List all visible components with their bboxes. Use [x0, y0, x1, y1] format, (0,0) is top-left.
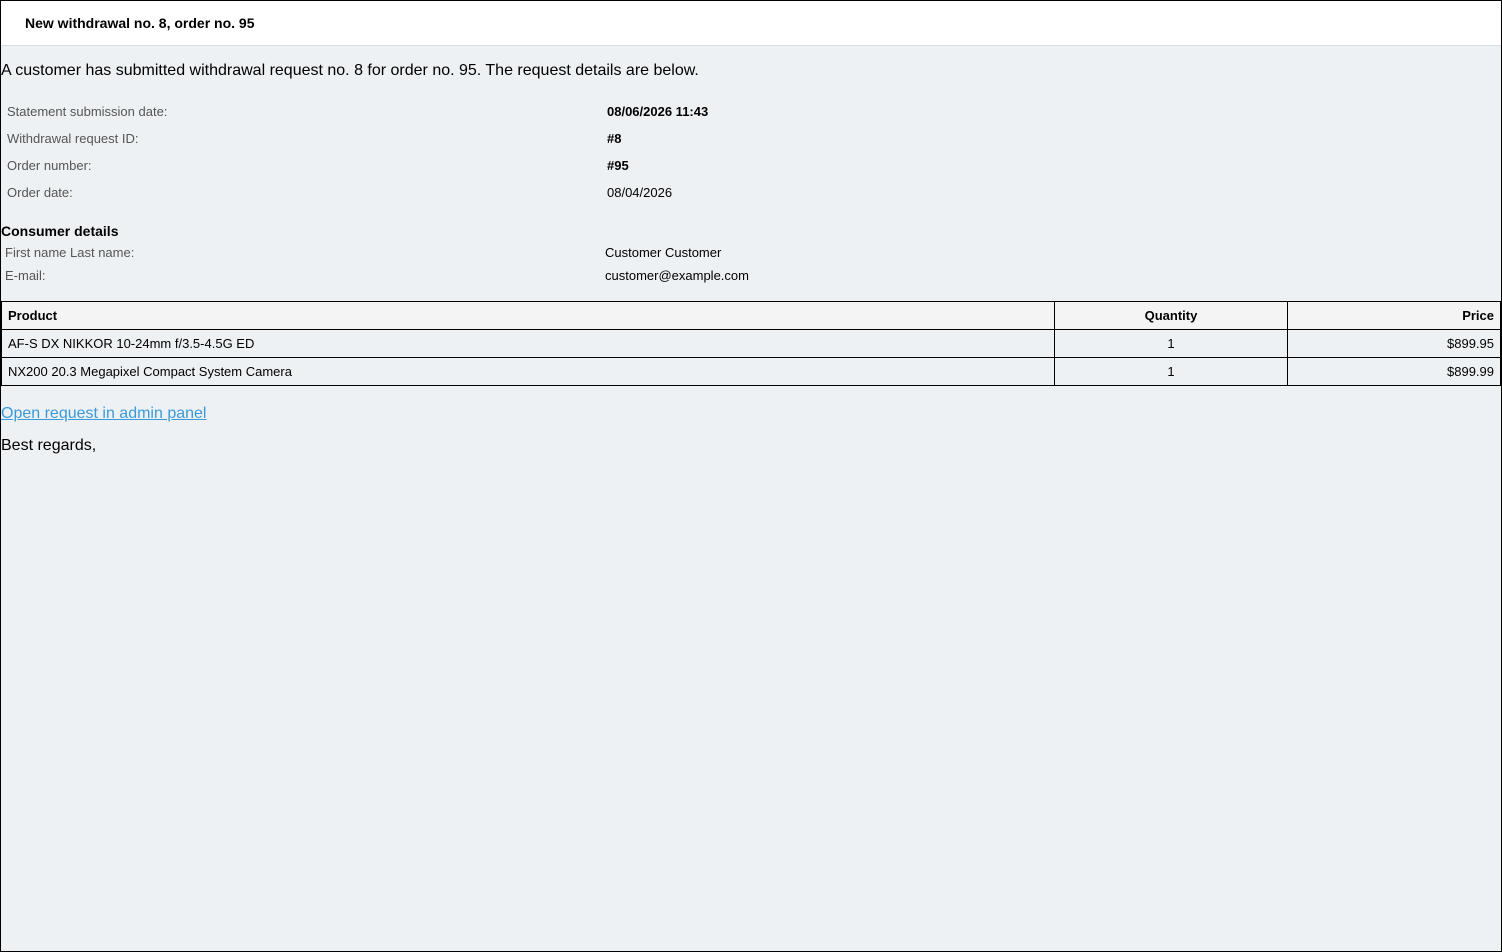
detail-value: 08/06/2026 11:43 — [607, 104, 709, 119]
consumer-details-title: Consumer details — [1, 223, 119, 239]
detail-value: #8 — [607, 131, 622, 146]
consumer-row: First name Last name: Customer Customer — [1, 241, 1501, 264]
detail-row: Statement submission date: 08/06/2026 11… — [1, 98, 1501, 125]
detail-label: Withdrawal request ID: — [7, 131, 139, 146]
consumer-label: First name Last name: — [5, 245, 135, 260]
consumer-details-table: First name Last name: Customer Customer … — [1, 241, 1501, 287]
consumer-row: E-mail: customer@example.com — [1, 264, 1501, 287]
table-row: NX200 20.3 Megapixel Compact System Came… — [1, 357, 1501, 386]
email-body: A customer has submitted withdrawal requ… — [1, 62, 1501, 455]
detail-label: Order date: — [7, 185, 73, 200]
product-price: $899.99 — [1287, 357, 1501, 386]
detail-row: Order date: 08/04/2026 — [1, 179, 1501, 206]
product-quantity: 1 — [1054, 329, 1288, 358]
products-table: Product Quantity Price AF-S DX NIKKOR 10… — [1, 301, 1501, 386]
detail-value: 08/04/2026 — [607, 185, 673, 200]
detail-label: Statement submission date: — [7, 104, 168, 119]
email-frame: New withdrawal no. 8, order no. 95 A cus… — [0, 0, 1502, 952]
column-header-product: Product — [1, 301, 1055, 330]
detail-label: Order number: — [7, 158, 92, 173]
detail-row: Order number: #95 — [1, 152, 1501, 179]
product-name: NX200 20.3 Megapixel Compact System Came… — [1, 357, 1055, 386]
consumer-label: E-mail: — [5, 268, 46, 283]
column-header-quantity: Quantity — [1054, 301, 1288, 330]
closing-text: Best regards, — [1, 437, 97, 454]
table-row: AF-S DX NIKKOR 10-24mm f/3.5-4.5G ED 1 $… — [1, 329, 1501, 358]
product-price: $899.95 — [1287, 329, 1501, 358]
product-quantity: 1 — [1054, 357, 1288, 386]
email-subject: New withdrawal no. 8, order no. 95 — [1, 1, 1501, 46]
column-header-price: Price — [1287, 301, 1501, 330]
consumer-value: customer@example.com — [605, 268, 749, 283]
products-header-row: Product Quantity Price — [1, 301, 1501, 330]
request-details-table: Statement submission date: 08/06/2026 11… — [1, 98, 1501, 206]
product-name: AF-S DX NIKKOR 10-24mm f/3.5-4.5G ED — [1, 329, 1055, 358]
open-admin-panel-link[interactable]: Open request in admin panel — [1, 405, 206, 423]
intro-text: A customer has submitted withdrawal requ… — [1, 62, 699, 79]
consumer-value: Customer Customer — [605, 245, 722, 260]
detail-row: Withdrawal request ID: #8 — [1, 125, 1501, 152]
detail-value: #95 — [607, 158, 629, 173]
